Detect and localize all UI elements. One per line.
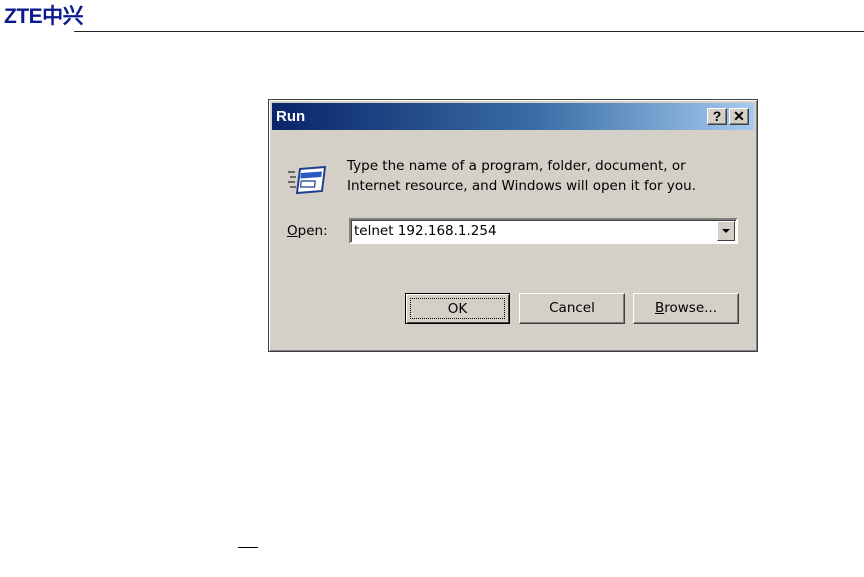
ok-button-label: OK <box>410 298 505 319</box>
dialog-title: Run <box>276 108 306 125</box>
open-label-accel: O <box>287 223 298 239</box>
header-rule <box>74 31 864 32</box>
dialog-message: Type the name of a program, folder, docu… <box>347 156 737 196</box>
cancel-button[interactable]: Cancel <box>519 293 625 324</box>
message-line-1: Type the name of a program, folder, docu… <box>347 158 686 174</box>
zte-logo: ZTE中兴 <box>4 5 84 28</box>
message-line-2: Internet resource, and Windows will open… <box>347 178 696 194</box>
open-label-rest: pen: <box>297 223 328 239</box>
open-input[interactable]: telnet 192.168.1.254 <box>354 222 497 241</box>
run-dialog: Run ? ✕ Type the name of a program, fold… <box>268 99 758 352</box>
browse-button[interactable]: Browse... <box>633 293 739 324</box>
dropdown-arrow-icon[interactable] <box>717 221 735 241</box>
open-combobox[interactable]: telnet 192.168.1.254 <box>349 218 738 244</box>
run-icon <box>288 165 327 195</box>
help-button[interactable]: ? <box>707 108 727 125</box>
ok-button[interactable]: OK <box>405 293 510 324</box>
open-label: Open: <box>287 221 328 241</box>
page: ZTE中兴 Run ? ✕ Type the name of a program… <box>0 0 864 577</box>
close-button[interactable]: ✕ <box>729 108 749 125</box>
footer-rule <box>238 547 258 548</box>
title-bar[interactable]: Run ? ✕ <box>272 103 754 130</box>
browse-label-rest: rowse... <box>664 300 718 316</box>
browse-label-accel: B <box>654 300 665 316</box>
